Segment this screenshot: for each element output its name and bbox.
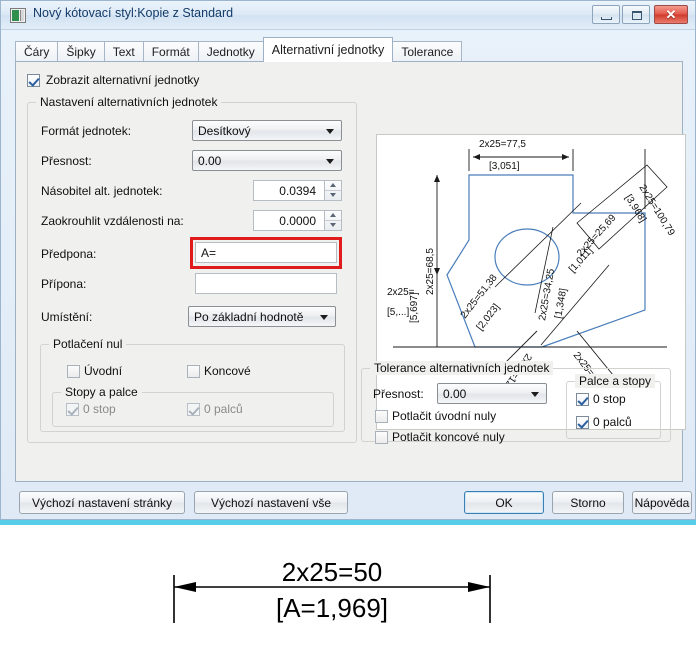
help-button[interactable]: Nápověda [632, 491, 692, 514]
unit-format-combo[interactable]: Desítkový [192, 120, 342, 141]
tab-text[interactable]: Text [103, 41, 144, 62]
leading-zeros-label: Úvodní [84, 364, 123, 378]
zero-inches-label: 0 palců [204, 402, 243, 416]
round-distances-label: Zaokrouhlit vzdálenosti na: [41, 214, 184, 228]
placement-value: Po základní hodnotě [194, 310, 304, 324]
suffix-label: Přípona: [41, 277, 87, 291]
show-alt-units-checkbox[interactable] [27, 74, 40, 87]
suppress-leading-zeros-checkbox[interactable] [375, 410, 388, 423]
inches-feet-title: Palce a stopy [575, 374, 656, 388]
minimize-button[interactable] [592, 5, 620, 24]
suppress-trailing-zeros-checkbox[interactable] [375, 431, 388, 444]
chevron-down-icon [326, 159, 334, 164]
preview-dim-1-primary: 2x25=77,5 [479, 139, 526, 150]
tolerance-precision-label: Přesnost: [373, 387, 424, 401]
prefix-input[interactable]: A= [195, 242, 337, 263]
precision-value: 0.00 [198, 154, 222, 168]
preview-dim-left-primary: 2x25= [387, 287, 415, 298]
maximize-button[interactable] [622, 5, 650, 24]
stepper-down-icon[interactable] [325, 191, 341, 201]
window-title: Nový kótovací styl:Kopie z Standard [33, 6, 234, 20]
ok-button[interactable]: OK [464, 491, 544, 514]
unit-format-label: Formát jednotek: [41, 124, 132, 138]
tab-page-alternative-units: Zobrazit alternativní jednotky Nastavení… [15, 61, 686, 482]
alt-units-settings-title: Nastavení alternativních jednotek [36, 95, 222, 109]
tolerance-zero-inches-label: 0 palců [593, 415, 632, 429]
tab-format[interactable]: Formát [142, 41, 199, 62]
tab-tolerance[interactable]: Tolerance [392, 41, 463, 62]
cancel-button[interactable]: Storno [552, 491, 624, 514]
close-icon: ✕ [665, 7, 677, 22]
chevron-down-icon [320, 315, 328, 320]
precision-label: Přesnost: [41, 154, 92, 168]
multiplier-input[interactable]: 0.0394 [253, 180, 325, 201]
chevron-down-icon [531, 392, 539, 397]
dimension-style-dialog: Nový kótovací styl:Kopie z Standard ✕ Čá… [0, 0, 696, 520]
tab-alternativni-jednotky[interactable]: Alternativní jednotky [262, 37, 394, 62]
precision-combo[interactable]: 0.00 [192, 150, 342, 171]
round-distances-value: 0.0000 [279, 214, 316, 228]
dimension-style-icon [10, 8, 26, 23]
close-button[interactable]: ✕ [654, 5, 688, 24]
stepper-up-icon[interactable] [325, 181, 341, 191]
alt-tolerance-title: Tolerance alternativních jednotek [370, 361, 554, 375]
preview-dim-left-alt: [5,...] [387, 307, 409, 318]
tolerance-zero-feet-label: 0 stop [593, 392, 626, 406]
multiplier-stepper[interactable] [325, 180, 342, 201]
dimension-result-preview: 2x25=50 [A=1,969] [0, 525, 696, 643]
leading-zeros-checkbox[interactable] [67, 365, 80, 378]
chevron-down-icon [326, 129, 334, 134]
zero-feet-checkbox[interactable] [66, 403, 79, 416]
page-defaults-button[interactable]: Výchozí nastavení stránky [19, 491, 185, 514]
preview-dim-1-alt: [3,051] [489, 161, 520, 172]
prefix-value: A= [201, 246, 217, 260]
zero-feet-label: 0 stop [83, 402, 116, 416]
result-alternate-text: [A=1,969] [276, 593, 388, 623]
result-drawing: 2x25=50 [A=1,969] [173, 557, 491, 623]
preview-dim-3-alt: [2,023] [475, 302, 503, 333]
feet-inches-title: Stopy a palce [61, 385, 142, 399]
tab-sipky[interactable]: Šipky [57, 41, 105, 62]
multiplier-label: Násobitel alt. jednotek: [41, 184, 163, 198]
round-distances-stepper[interactable] [325, 210, 342, 231]
suppress-trailing-zeros-label: Potlačit koncové nuly [392, 430, 505, 444]
title-bar: Nový kótovací styl:Kopie z Standard ✕ [1, 1, 695, 30]
suffix-input[interactable] [195, 273, 337, 294]
tab-strip: Čáry Šipky Text Formát Jednotky Alternat… [15, 37, 463, 62]
round-distances-input[interactable]: 0.0000 [253, 210, 325, 231]
all-defaults-button[interactable]: Výchozí nastavení vše [194, 491, 348, 514]
trailing-zeros-checkbox[interactable] [187, 365, 200, 378]
result-primary-text: 2x25=50 [282, 557, 382, 587]
minimize-icon [601, 17, 612, 20]
prefix-label: Předpona: [41, 247, 97, 261]
tolerance-zero-inches-checkbox[interactable] [576, 416, 589, 429]
show-alt-units-label: Zobrazit alternativní jednotky [46, 73, 200, 87]
tolerance-zero-feet-checkbox[interactable] [576, 393, 589, 406]
tolerance-precision-combo[interactable]: 0.00 [437, 383, 547, 404]
tab-cary[interactable]: Čáry [15, 41, 59, 62]
tab-jednotky[interactable]: Jednotky [197, 41, 264, 62]
placement-label: Umístění: [41, 310, 93, 324]
zero-inches-checkbox[interactable] [187, 403, 200, 416]
stepper-up-icon[interactable] [325, 211, 341, 221]
suppress-leading-zeros-label: Potlačit úvodní nuly [392, 409, 497, 423]
zero-suppression-title: Potlačení nul [49, 337, 127, 351]
unit-format-value: Desítkový [198, 124, 251, 138]
maximize-icon [632, 11, 642, 20]
placement-combo[interactable]: Po základní hodnotě [188, 306, 336, 327]
multiplier-value: 0.0394 [279, 184, 316, 198]
tolerance-precision-value: 0.00 [443, 387, 467, 401]
inches-feet-group: Palce a stopy [566, 374, 661, 439]
preview-dim-2-primary: 2x25=68,5 [425, 248, 436, 295]
trailing-zeros-label: Koncové [204, 364, 251, 378]
stepper-down-icon[interactable] [325, 221, 341, 231]
